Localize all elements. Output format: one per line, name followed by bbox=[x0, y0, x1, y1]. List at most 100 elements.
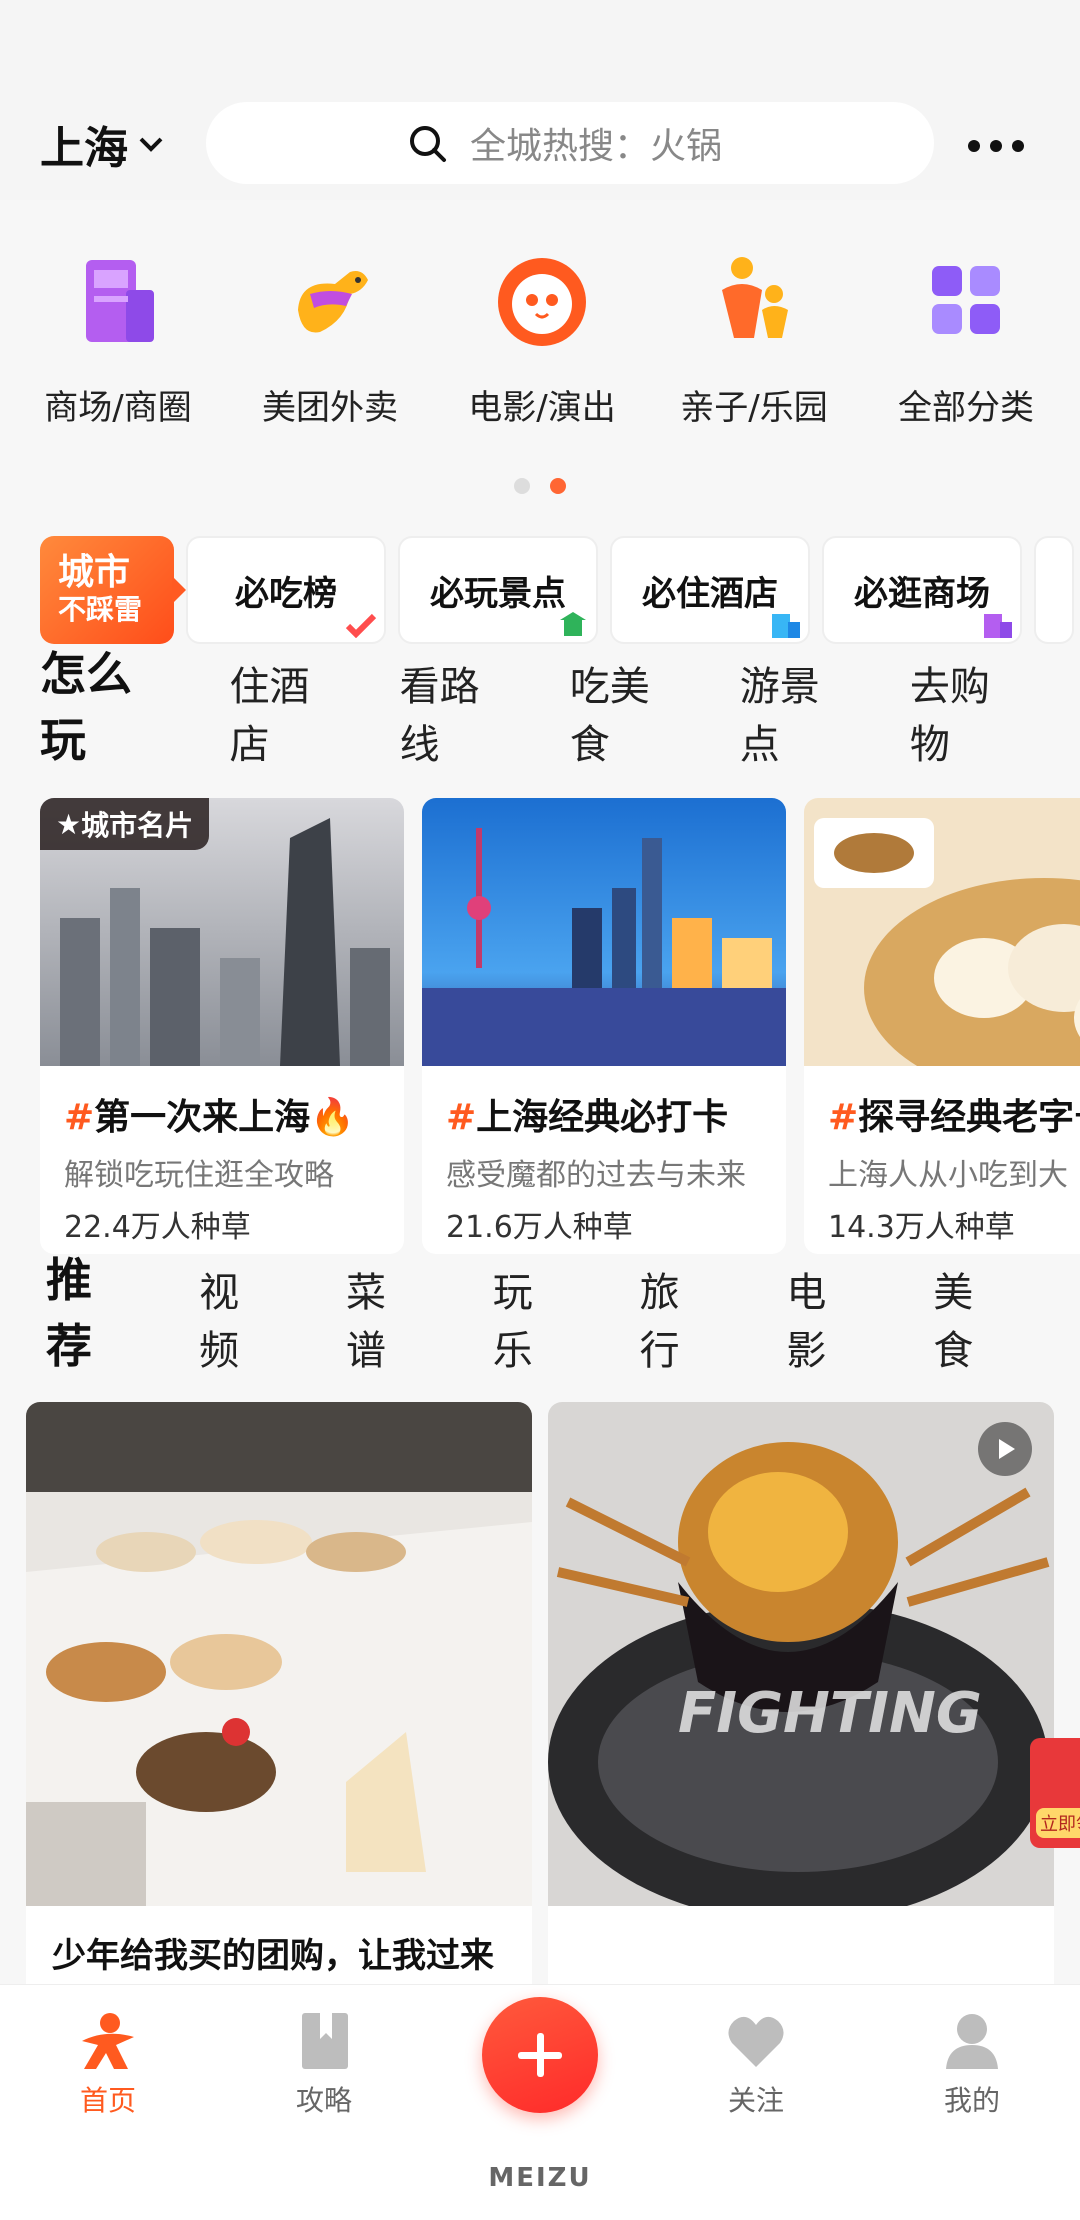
strip-item-partial[interactable] bbox=[1034, 536, 1074, 644]
nav-profile[interactable]: 我的 bbox=[902, 2011, 1042, 2119]
red-packet-float[interactable]: 立即领 bbox=[1030, 1738, 1080, 1848]
tab-food[interactable]: 吃美食 bbox=[570, 654, 686, 770]
card-title: #第一次来上海🔥 bbox=[64, 1097, 355, 1138]
nav-label: 攻略 bbox=[295, 2084, 352, 2117]
cake-display-image bbox=[26, 1402, 532, 1906]
mall-icon bbox=[984, 614, 1012, 638]
nav-label: 首页 bbox=[79, 2084, 136, 2117]
card-subtitle: 解锁吃玩住逛全攻略 bbox=[64, 1158, 334, 1193]
strip-must-stay[interactable]: 必住酒店 bbox=[610, 536, 810, 644]
category-label: 商场/商圈 bbox=[44, 388, 192, 428]
bottom-nav: 首页 攻略 关注 我的 MEIZU bbox=[0, 1984, 1080, 2220]
hotel-icon bbox=[772, 614, 800, 638]
strip-label: 必玩景点 bbox=[430, 573, 566, 614]
nav-follow[interactable]: 关注 bbox=[686, 2011, 826, 2119]
play-card[interactable]: #上海经典必打卡 感受魔都的过去与未来 21.6万人种草 bbox=[422, 798, 786, 1254]
cat-movie-icon bbox=[498, 258, 586, 346]
category-label: 电影/演出 bbox=[468, 388, 616, 428]
red-packet-label: 立即领 bbox=[1036, 1808, 1080, 1838]
city-card-tag: ★ 城市名片 bbox=[40, 798, 210, 850]
pagoda-icon bbox=[560, 612, 586, 636]
card-title-text: 上海经典必打卡 bbox=[476, 1097, 729, 1138]
tab-how-to-play[interactable]: 怎么玩 bbox=[36, 638, 174, 770]
search-placeholder: 全城热搜：火锅 bbox=[470, 126, 723, 167]
heart-icon bbox=[728, 2016, 784, 2067]
tab-recommend[interactable]: 推荐 bbox=[41, 1244, 125, 1376]
category-mall[interactable]: 商场/商圈 bbox=[12, 250, 224, 450]
city-guide-strip: 城市 不踩雷 必吃榜 必玩景点 必住酒店 必逛商场 bbox=[40, 536, 1074, 644]
search-icon bbox=[410, 126, 446, 162]
tag-label: 城市名片 bbox=[81, 809, 194, 842]
city-no-regret-badge[interactable]: 城市 不踩雷 bbox=[40, 536, 186, 644]
nav-label: 关注 bbox=[727, 2084, 784, 2117]
card-title: #上海经典必打卡 bbox=[446, 1097, 729, 1138]
strip-must-eat[interactable]: 必吃榜 bbox=[186, 536, 386, 644]
nav-label: 我的 bbox=[943, 2084, 1000, 2117]
star-icon: ★ bbox=[56, 807, 82, 841]
play-cards: ★ 城市名片 #第一次来上海🔥 解锁吃玩住逛全攻略 22.4万人种草 #上海经典必… bbox=[40, 798, 1080, 1254]
category-label: 亲子/乐园 bbox=[680, 388, 828, 428]
home-icon bbox=[82, 2013, 134, 2069]
category-label: 全部分类 bbox=[898, 388, 1034, 428]
page-indicator bbox=[514, 478, 566, 494]
category-movie[interactable]: 电影/演出 bbox=[436, 250, 648, 450]
city-selector[interactable]: 上海 bbox=[40, 112, 166, 176]
play-card[interactable]: #探寻经典老字号 上海人从小吃到大 14.3万人种草 bbox=[804, 798, 1080, 1254]
add-post-button[interactable] bbox=[482, 1997, 598, 2113]
nav-guide[interactable]: 攻略 bbox=[254, 2011, 394, 2119]
kangaroo-delivery-icon bbox=[298, 271, 368, 333]
tab-movie[interactable]: 电影 bbox=[786, 1260, 855, 1376]
card-title-text: 第一次来上海🔥 bbox=[94, 1097, 355, 1138]
play-card[interactable]: ★ 城市名片 #第一次来上海🔥 解锁吃玩住逛全攻略 22.4万人种草 bbox=[40, 798, 404, 1254]
tab-travel[interactable]: 旅行 bbox=[640, 1260, 709, 1376]
feed-card-video[interactable]: FIGHTING bbox=[548, 1402, 1054, 2008]
city-label: 上海 bbox=[40, 123, 128, 174]
parent-child-icon bbox=[722, 257, 788, 338]
page-dot-active bbox=[550, 478, 566, 494]
category-all[interactable]: 全部分类 bbox=[860, 250, 1072, 450]
play-tabs: 怎么玩 住酒店 看路线 吃美食 游景点 去购物 bbox=[36, 647, 1080, 770]
tab-route[interactable]: 看路线 bbox=[400, 654, 516, 770]
strip-must-shop[interactable]: 必逛商场 bbox=[822, 536, 1022, 644]
fighting-overlay-text: FIGHTING bbox=[678, 1681, 982, 1746]
card-subtitle: 感受魔都的过去与未来 bbox=[446, 1158, 746, 1193]
recommend-tabs: 推荐 视频 菜谱 玩乐 旅行 电影 美食 bbox=[41, 1253, 1080, 1376]
category-label: 美团外卖 bbox=[262, 388, 398, 428]
category-waimai[interactable]: 美团外卖 bbox=[224, 250, 436, 450]
tab-hotel[interactable]: 住酒店 bbox=[230, 654, 346, 770]
tab-recipe[interactable]: 菜谱 bbox=[346, 1260, 415, 1376]
tab-sights[interactable]: 游景点 bbox=[740, 654, 856, 770]
card-title-text: 探寻经典老字号 bbox=[858, 1097, 1080, 1138]
card-count: 21.6万人种草 bbox=[446, 1210, 633, 1245]
card-count: 14.3万人种草 bbox=[828, 1210, 1015, 1245]
nav-home[interactable]: 首页 bbox=[38, 2011, 178, 2119]
search-bar[interactable]: 全城热搜：火锅 bbox=[206, 102, 934, 184]
strip-label: 必吃榜 bbox=[235, 573, 337, 614]
bund-skyline-image bbox=[422, 798, 786, 1066]
tab-shopping[interactable]: 去购物 bbox=[910, 654, 1026, 770]
page-dot bbox=[514, 478, 530, 494]
tab-fun[interactable]: 玩乐 bbox=[493, 1260, 562, 1376]
card-title: #探寻经典老字号 bbox=[804, 1070, 1080, 1140]
tab-video[interactable]: 视频 bbox=[199, 1260, 268, 1376]
xiaolongbao-image bbox=[804, 798, 1080, 1098]
strip-label: 必住酒店 bbox=[642, 573, 778, 614]
badge-line1: 城市 bbox=[58, 552, 131, 593]
category-family[interactable]: 亲子/乐园 bbox=[648, 250, 860, 450]
more-icon[interactable] bbox=[968, 126, 1024, 166]
crab-video-image: FIGHTING bbox=[548, 1402, 1054, 1922]
grid-categories-icon bbox=[932, 266, 1000, 334]
play-icon[interactable] bbox=[978, 1422, 1032, 1476]
card-subtitle: 上海人从小吃到大 bbox=[828, 1158, 1068, 1193]
feed-card[interactable]: 少年给我买的团购，让我过来提，因为没有提前预约 bbox=[26, 1402, 532, 2008]
strip-label: 必逛商场 bbox=[854, 573, 990, 614]
strip-must-play[interactable]: 必玩景点 bbox=[398, 536, 598, 644]
tab-food[interactable]: 美食 bbox=[933, 1260, 1002, 1376]
device-brand: MEIZU bbox=[488, 2163, 592, 2193]
header: 上海 全城热搜：火锅 bbox=[0, 0, 1080, 200]
feed: 少年给我买的团购，让我过来提，因为没有提前预约 FIGHTING bbox=[26, 1402, 1054, 2008]
check-icon bbox=[345, 613, 377, 638]
bookmark-icon bbox=[302, 2013, 348, 2069]
badge-line2: 不踩雷 bbox=[58, 593, 143, 626]
category-grid: 商场/商圈 美团外卖 电影/演出 亲子/乐园 全部分类 bbox=[0, 250, 1080, 450]
